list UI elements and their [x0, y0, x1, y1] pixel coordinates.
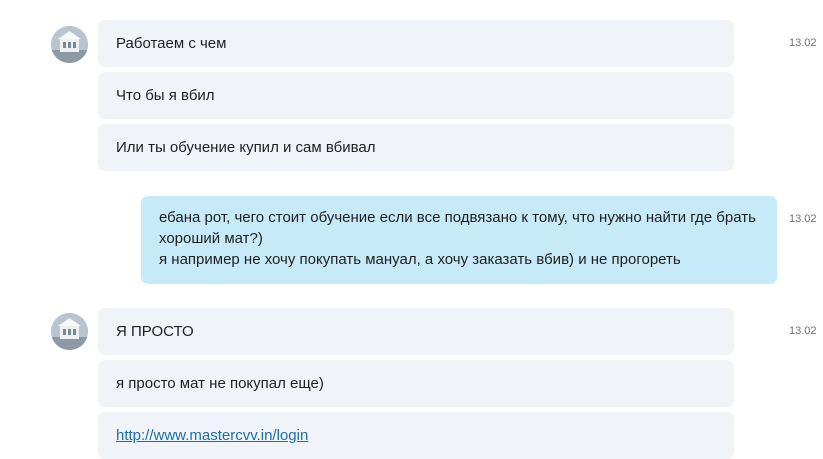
message-bubble[interactable]: http://www.mastercvv.in/login	[98, 412, 734, 459]
message-text: Или ты обучение купил и сам вбивал	[116, 139, 376, 156]
message-link[interactable]: http://www.mastercvv.in/login	[116, 427, 308, 444]
message-text-line: я например не хочу покупать мануал, а хо…	[159, 251, 681, 268]
contact-avatar-icon[interactable]	[51, 26, 88, 63]
outgoing-message-bubble[interactable]: ебана рот, чего стоит обучение если все …	[141, 196, 777, 284]
message-bubble[interactable]: Работаем с чем	[98, 20, 734, 67]
message-text: я просто мат не покупал еще)	[116, 375, 324, 392]
message-text-line: хороший мат?)	[159, 230, 263, 247]
contact-avatar-icon[interactable]	[51, 313, 88, 350]
message-bubble[interactable]: Или ты обучение купил и сам вбивал	[98, 124, 734, 171]
message-text: Работаем с чем	[116, 35, 227, 52]
message-text-line: ебана рот, чего стоит обучение если все …	[159, 209, 756, 226]
message-bubble[interactable]: Я ПРОСТО	[98, 308, 734, 355]
message-text: Что бы я вбил	[116, 87, 215, 104]
message-text: Я ПРОСТО	[116, 323, 194, 340]
message-bubble[interactable]: я просто мат не покупал еще)	[98, 360, 734, 407]
message-timestamp: 13.02	[789, 213, 817, 225]
message-timestamp: 13.02	[789, 37, 817, 49]
message-bubble[interactable]: Что бы я вбил	[98, 72, 734, 119]
message-timestamp: 13.02	[789, 325, 817, 337]
